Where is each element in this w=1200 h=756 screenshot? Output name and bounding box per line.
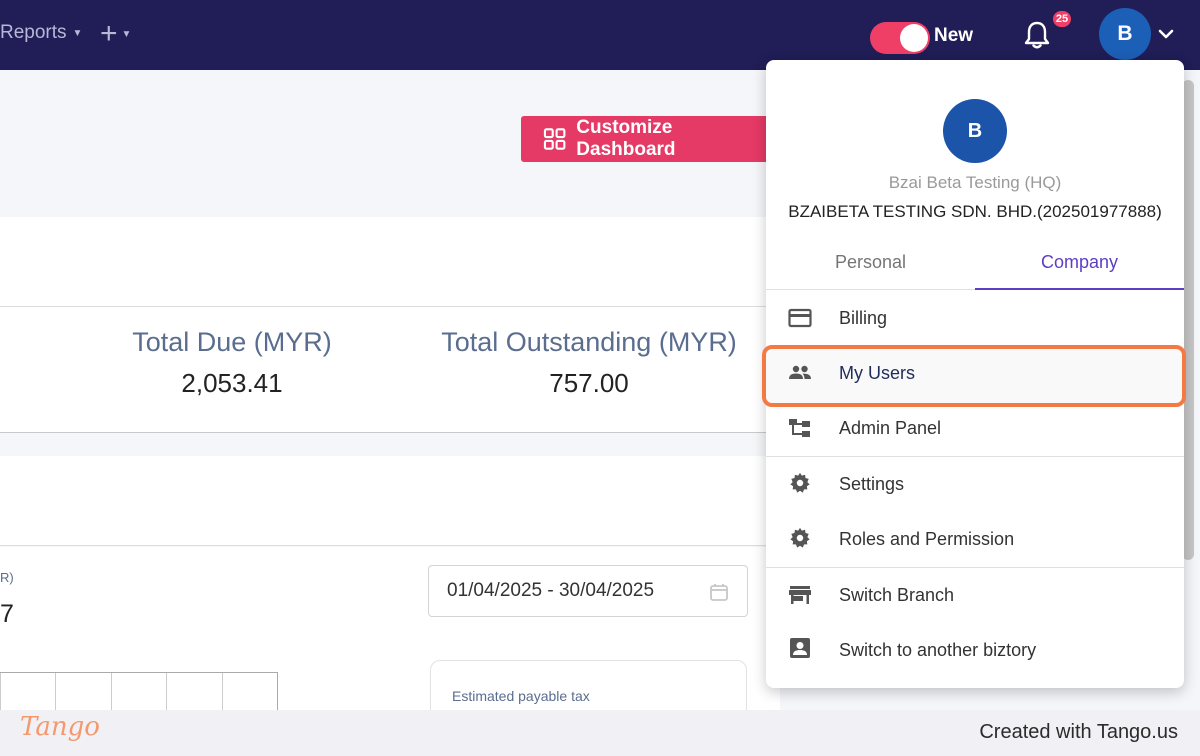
card-divider xyxy=(0,306,780,307)
total-outstanding-value: 757.00 xyxy=(549,368,629,398)
menu-item-label: Roles and Permission xyxy=(839,528,1015,549)
total-outstanding-label: Total Outstanding (MYR) xyxy=(441,327,737,357)
bell-icon[interactable] xyxy=(1023,20,1051,50)
tab-personal[interactable]: Personal xyxy=(766,236,975,290)
menu-item-label: Admin Panel xyxy=(839,417,942,438)
menu-item-my-users[interactable]: My Users xyxy=(766,346,1184,400)
estimated-tax-label: Estimated payable tax xyxy=(452,688,590,704)
store-icon xyxy=(789,586,811,604)
metric-value: 7 xyxy=(0,600,14,628)
hierarchy-icon xyxy=(789,419,810,437)
metric-label: R) xyxy=(0,570,14,585)
notification-badge: 25 xyxy=(1051,9,1073,29)
menu-item-admin-panel[interactable]: Admin Panel xyxy=(766,401,1184,455)
table-cell xyxy=(55,673,110,711)
tab-company[interactable]: Company xyxy=(975,236,1184,290)
tango-logo: Tango xyxy=(20,712,100,742)
menu-item-label: Switch to another biztory xyxy=(839,639,1037,660)
date-range-picker[interactable]: 01/04/2025 - 30/04/2025 xyxy=(428,565,748,617)
reports-menu[interactable]: Reports ▼ xyxy=(0,22,82,44)
menu-item-switch-branch[interactable]: Switch Branch xyxy=(766,568,1184,622)
reports-menu-label: Reports xyxy=(0,22,67,43)
calendar-icon xyxy=(710,584,728,601)
dropdown-avatar: B xyxy=(943,99,1007,163)
total-due-block: Total Due (MYR) 2,053.41 xyxy=(102,327,362,399)
tango-credit: Created with Tango.us xyxy=(979,721,1178,743)
menu-item-settings[interactable]: Settings xyxy=(766,457,1184,511)
user-avatar[interactable]: B xyxy=(1099,8,1151,60)
totals-card xyxy=(0,217,780,433)
account-box-icon xyxy=(790,638,810,658)
chevron-down-icon[interactable] xyxy=(1157,27,1175,41)
company-name: BZAIBETA TESTING SDN. BHD.(202501977888) xyxy=(788,202,1162,221)
menu-item-switch-biztory[interactable]: Switch to another biztory xyxy=(766,623,1184,677)
mini-table xyxy=(0,672,278,712)
table-cell xyxy=(110,673,166,711)
customize-dashboard-label: Customize Dashboard xyxy=(576,117,676,160)
table-cell xyxy=(0,673,55,711)
menu-item-label: Switch Branch xyxy=(839,584,955,605)
gear-icon xyxy=(790,472,810,493)
menu-item-label: My Users xyxy=(839,362,915,383)
toggle-knob xyxy=(900,24,928,52)
total-due-label: Total Due (MYR) xyxy=(132,327,332,357)
branch-name: Bzai Beta Testing (HQ) xyxy=(888,173,1062,192)
new-ui-label: New xyxy=(934,25,974,46)
date-range-value: 01/04/2025 - 30/04/2025 xyxy=(447,580,655,601)
caret-down-icon: ▼ xyxy=(72,27,83,39)
customize-dashboard-button[interactable]: Customize Dashboard xyxy=(521,116,771,162)
table-cell xyxy=(221,673,277,711)
quick-add-menu[interactable]: + ▼ xyxy=(100,16,131,52)
total-outstanding-block: Total Outstanding (MYR) 757.00 xyxy=(430,327,748,399)
total-due-value: 2,053.41 xyxy=(181,368,283,398)
table-cell xyxy=(166,673,221,711)
chart-card-header xyxy=(0,456,780,546)
menu-item-label: Billing xyxy=(839,307,888,328)
gear-icon xyxy=(790,527,810,548)
caret-down-icon: ▼ xyxy=(121,29,132,40)
credit-card-icon xyxy=(788,308,812,328)
grid-icon xyxy=(543,128,566,150)
plus-icon: + xyxy=(100,17,118,50)
menu-item-label: Settings xyxy=(839,473,905,494)
new-ui-toggle[interactable] xyxy=(870,22,930,54)
menu-item-roles-permission[interactable]: Roles and Permission xyxy=(766,512,1184,566)
menu-item-billing[interactable]: Billing xyxy=(766,291,1184,345)
users-icon xyxy=(789,365,811,379)
